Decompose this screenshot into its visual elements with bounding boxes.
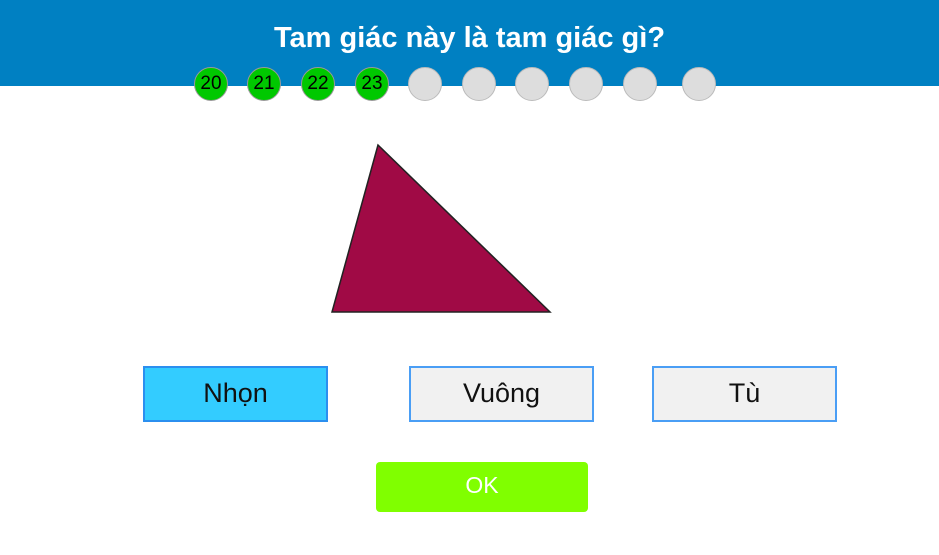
option-tu-button[interactable]: Tù bbox=[652, 366, 837, 422]
triangle-figure bbox=[331, 143, 552, 313]
option-vuong-button[interactable]: Vuông bbox=[409, 366, 594, 422]
option-nhon-button[interactable]: Nhọn bbox=[143, 366, 328, 422]
triangle-shape bbox=[331, 143, 552, 313]
ok-button[interactable]: OK bbox=[376, 462, 588, 512]
